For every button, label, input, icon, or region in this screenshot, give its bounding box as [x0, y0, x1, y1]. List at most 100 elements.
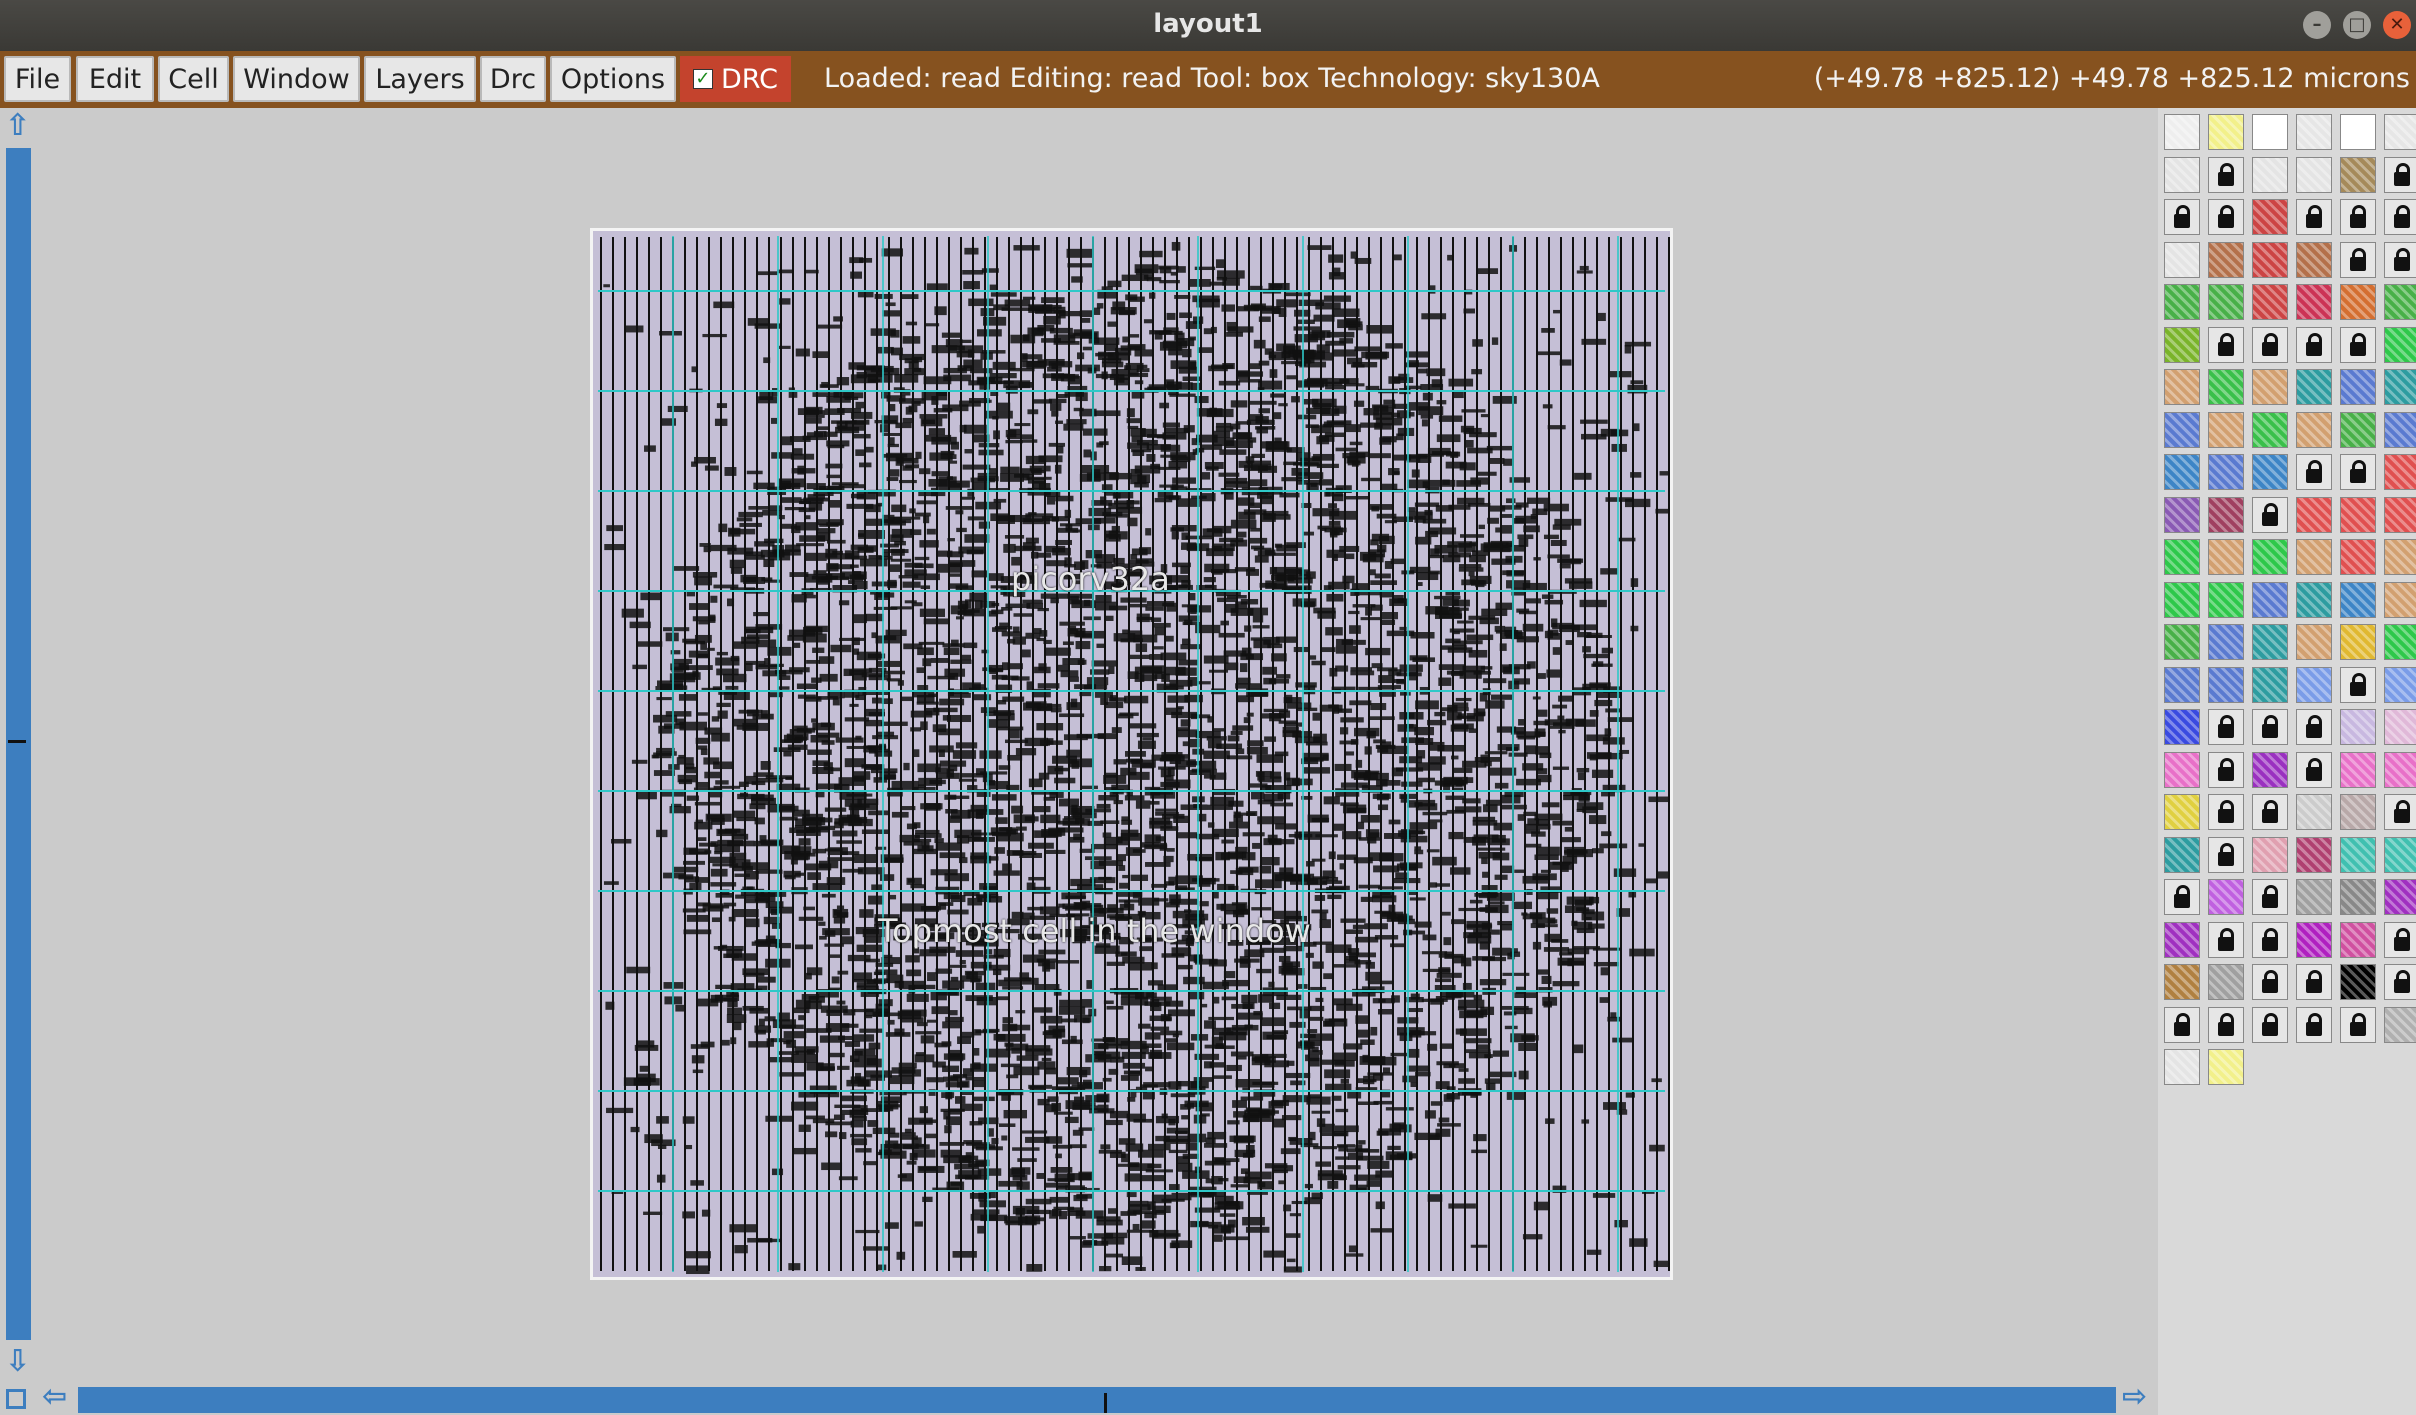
layer-swatch[interactable] [2164, 539, 2200, 575]
layer-swatch[interactable] [2340, 624, 2376, 660]
layer-swatch[interactable] [2340, 581, 2376, 618]
layer-lock-icon[interactable] [2296, 751, 2332, 788]
layer-lock-icon[interactable] [2252, 921, 2288, 958]
layer-swatch[interactable] [2252, 666, 2288, 703]
layer-lock-icon[interactable] [2208, 199, 2244, 235]
layer-swatch[interactable] [2296, 156, 2332, 193]
layer-lock-icon[interactable] [2208, 751, 2244, 788]
layer-swatch[interactable] [2296, 369, 2332, 405]
menu-window[interactable]: Window [233, 56, 360, 102]
layer-swatch[interactable] [2384, 751, 2416, 788]
layer-swatch[interactable] [2296, 836, 2332, 873]
layer-swatch[interactable] [2384, 709, 2416, 745]
horizontal-scroll-thumb[interactable] [1104, 1393, 1107, 1413]
layer-lock-icon[interactable] [2252, 326, 2288, 363]
layer-swatch[interactable] [2164, 666, 2200, 703]
layer-swatch[interactable] [2296, 496, 2332, 533]
layer-swatch[interactable] [2384, 496, 2416, 533]
layer-swatch[interactable] [2164, 1049, 2200, 1085]
layer-swatch[interactable] [2208, 496, 2244, 533]
layer-lock-icon[interactable] [2296, 964, 2332, 1000]
layer-lock-icon[interactable] [2296, 199, 2332, 235]
layer-swatch[interactable] [2340, 114, 2376, 150]
layer-swatch[interactable] [2252, 284, 2288, 320]
layer-swatch[interactable] [2384, 326, 2416, 363]
menu-drc[interactable]: Drc [480, 56, 546, 102]
scroll-up-icon[interactable]: ⇧ [5, 108, 30, 143]
layer-swatch[interactable] [2208, 1049, 2244, 1085]
layer-swatch[interactable] [2296, 666, 2332, 703]
layer-lock-icon[interactable] [2384, 921, 2416, 958]
menu-options[interactable]: Options [550, 56, 676, 102]
zoom-box-icon[interactable] [6, 1389, 26, 1409]
layer-swatch[interactable] [2252, 369, 2288, 405]
vertical-scroll-thumb[interactable] [8, 740, 26, 743]
layer-swatch[interactable] [2208, 454, 2244, 490]
layer-swatch[interactable] [2164, 964, 2200, 1000]
layer-swatch[interactable] [2208, 581, 2244, 618]
layer-swatch[interactable] [2164, 709, 2200, 745]
layer-swatch[interactable] [2296, 284, 2332, 320]
layer-swatch[interactable] [2296, 879, 2332, 915]
layer-swatch[interactable] [2340, 369, 2376, 405]
layer-swatch[interactable] [2340, 496, 2376, 533]
layer-lock-icon[interactable] [2296, 326, 2332, 363]
layer-lock-icon[interactable] [2296, 1006, 2332, 1043]
layer-swatch[interactable] [2208, 624, 2244, 660]
close-icon[interactable]: ✕ [2383, 11, 2411, 39]
layer-swatch[interactable] [2164, 496, 2200, 533]
layer-swatch[interactable] [2164, 624, 2200, 660]
layer-swatch[interactable] [2164, 241, 2200, 278]
layer-lock-icon[interactable] [2252, 709, 2288, 745]
layer-swatch[interactable] [2296, 241, 2332, 278]
layer-swatch[interactable] [2384, 1006, 2416, 1043]
menu-file[interactable]: File [4, 56, 71, 102]
vertical-scrollbar[interactable]: ⇧ ⇩ [0, 108, 38, 1383]
layer-swatch[interactable] [2164, 326, 2200, 363]
layer-lock-icon[interactable] [2252, 879, 2288, 915]
layer-swatch[interactable] [2340, 836, 2376, 873]
menu-layers[interactable]: Layers [364, 56, 476, 102]
layer-lock-icon[interactable] [2252, 794, 2288, 830]
layer-swatch[interactable] [2164, 836, 2200, 873]
layer-swatch[interactable] [2340, 921, 2376, 958]
layer-swatch[interactable] [2164, 454, 2200, 490]
menu-edit[interactable]: Edit [76, 56, 154, 102]
layer-swatch[interactable] [2208, 369, 2244, 405]
layer-swatch[interactable] [2164, 921, 2200, 958]
layer-lock-icon[interactable] [2340, 666, 2376, 703]
layer-swatch[interactable] [2384, 539, 2416, 575]
layer-swatch[interactable] [2384, 879, 2416, 915]
layer-swatch[interactable] [2252, 539, 2288, 575]
layer-swatch[interactable] [2340, 284, 2376, 320]
layer-swatch[interactable] [2208, 879, 2244, 915]
layer-swatch[interactable] [2340, 794, 2376, 830]
layer-swatch[interactable] [2208, 964, 2244, 1000]
layer-swatch[interactable] [2252, 454, 2288, 490]
cell-layout-picorv32a[interactable] [590, 228, 1673, 1280]
layer-swatch[interactable] [2296, 624, 2332, 660]
layer-swatch[interactable] [2252, 199, 2288, 235]
layer-lock-icon[interactable] [2208, 921, 2244, 958]
layer-lock-icon[interactable] [2340, 454, 2376, 490]
layer-lock-icon[interactable] [2208, 709, 2244, 745]
layer-swatch[interactable] [2296, 411, 2332, 448]
layer-swatch[interactable] [2164, 581, 2200, 618]
layer-lock-icon[interactable] [2340, 199, 2376, 235]
layer-swatch[interactable] [2296, 581, 2332, 618]
layer-swatch[interactable] [2296, 114, 2332, 150]
layer-swatch[interactable] [2164, 411, 2200, 448]
layer-swatch[interactable] [2340, 879, 2376, 915]
layer-lock-icon[interactable] [2384, 964, 2416, 1000]
layer-swatch[interactable] [2252, 156, 2288, 193]
menu-cell[interactable]: Cell [158, 56, 229, 102]
layer-swatch[interactable] [2252, 624, 2288, 660]
layer-swatch[interactable] [2296, 539, 2332, 575]
layer-swatch[interactable] [2384, 284, 2416, 320]
layer-lock-icon[interactable] [2384, 241, 2416, 278]
layout-canvas[interactable]: picorv32a Topmost cell in the window [40, 108, 2158, 1383]
layer-lock-icon[interactable] [2208, 1006, 2244, 1043]
layer-swatch[interactable] [2340, 411, 2376, 448]
drc-toggle[interactable]: ✓ DRC [680, 56, 791, 102]
layer-swatch[interactable] [2208, 284, 2244, 320]
